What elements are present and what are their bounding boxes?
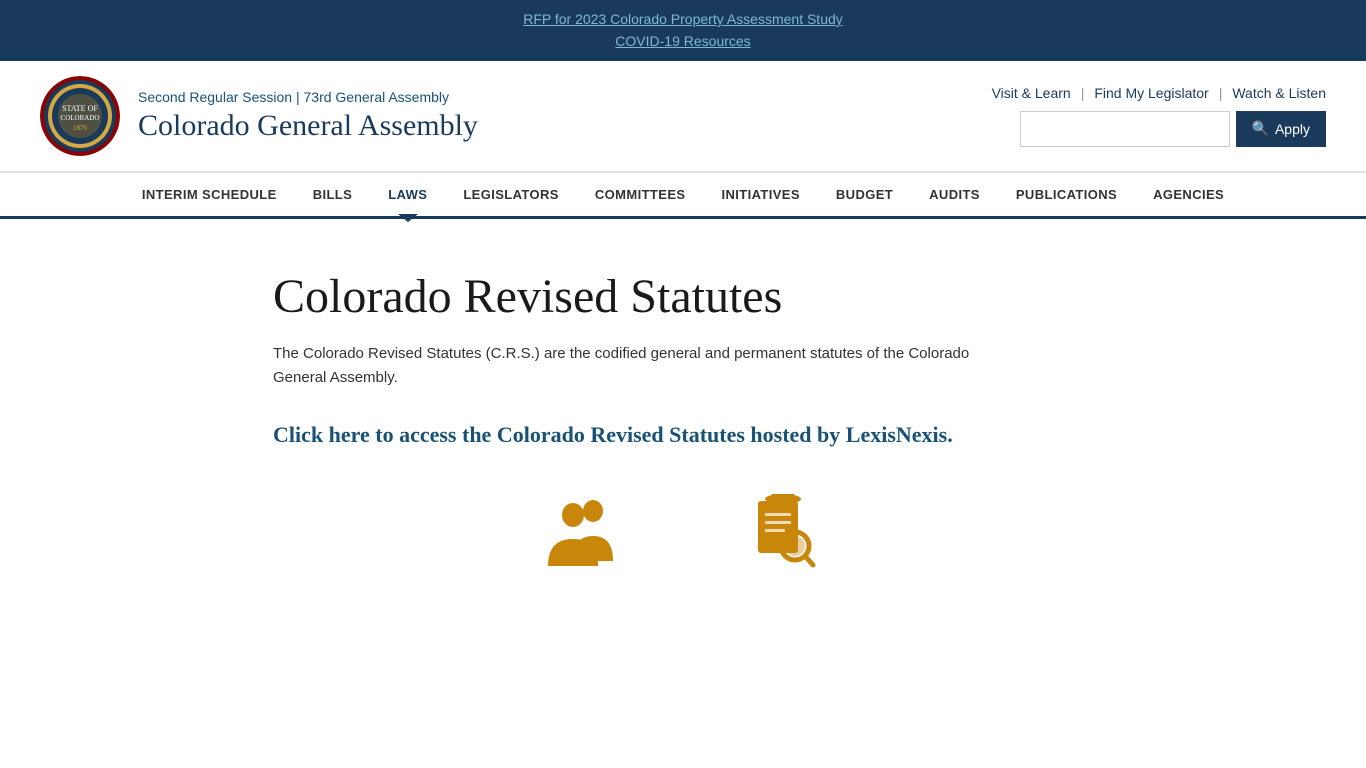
apply-label: Apply [1275,121,1310,137]
banner-link-rfp[interactable]: RFP for 2023 Colorado Property Assessmen… [0,8,1366,30]
nav-link-initiatives[interactable]: INITIATIVES [703,173,817,216]
watch-listen-link[interactable]: Watch & Listen [1232,85,1326,101]
nav-link-laws[interactable]: LAWS [370,173,445,216]
nav-item-audits: AUDITS [911,173,998,216]
nav-link-audits[interactable]: AUDITS [911,173,998,216]
nav-link-bills[interactable]: BILLS [295,173,371,216]
svg-text:STATE OF: STATE OF [62,104,98,113]
search-icon: 🔍 [1252,120,1269,137]
banner-link-covid[interactable]: COVID-19 Resources [0,30,1366,52]
svg-text:COLORADO: COLORADO [61,114,100,122]
nav-list: INTERIM SCHEDULE BILLS LAWS LEGISLATORS … [0,173,1366,216]
nav-item-laws: LAWS [370,173,445,216]
header-left: STATE OF COLORADO 1876 Second Regular Se… [40,76,478,156]
icons-section [273,491,1093,611]
find-legislator-link[interactable]: Find My Legislator [1094,85,1208,101]
header-title: Colorado General Assembly [138,109,478,143]
nav-item-agencies: AGENCIES [1135,173,1242,216]
page-title: Colorado Revised Statutes [273,269,1093,324]
sep1: | [1081,85,1085,101]
nav-link-legislators[interactable]: LEGISLATORS [445,173,577,216]
bills-svg-icon [743,491,823,571]
header-links: Visit & Learn | Find My Legislator | Wat… [992,85,1326,101]
nav-item-budget: BUDGET [818,173,911,216]
header: STATE OF COLORADO 1876 Second Regular Se… [0,61,1366,171]
logo: STATE OF COLORADO 1876 [40,76,120,156]
main-content: Colorado Revised Statutes The Colorado R… [233,269,1133,611]
visit-learn-link[interactable]: Visit & Learn [992,85,1071,101]
nav-item-interim: INTERIM SCHEDULE [124,173,295,216]
nav-item-committees: COMMITTEES [577,173,704,216]
search-bar: 🔍 Apply [1020,111,1326,147]
apply-button[interactable]: 🔍 Apply [1236,111,1326,147]
sep2: | [1219,85,1223,101]
top-banner: RFP for 2023 Colorado Property Assessmen… [0,0,1366,61]
nav-link-budget[interactable]: BUDGET [818,173,911,216]
nav-item-initiatives: INITIATIVES [703,173,817,216]
bills-icon-block [743,491,823,571]
header-right: Visit & Learn | Find My Legislator | Wat… [992,85,1326,147]
nav-link-interim[interactable]: INTERIM SCHEDULE [124,173,295,216]
legislators-icon-block [543,491,623,571]
nav-item-publications: PUBLICATIONS [998,173,1135,216]
nav-item-bills: BILLS [295,173,371,216]
nav-item-legislators: LEGISLATORS [445,173,577,216]
search-input[interactable] [1020,111,1230,147]
main-nav: INTERIM SCHEDULE BILLS LAWS LEGISLATORS … [0,171,1366,219]
legislators-svg-icon [543,491,623,571]
nav-link-committees[interactable]: COMMITTEES [577,173,704,216]
crs-link[interactable]: Click here to access the Colorado Revise… [273,418,973,451]
header-subtitle: Second Regular Session | 73rd General As… [138,89,478,105]
nav-link-agencies[interactable]: AGENCIES [1135,173,1242,216]
header-title-block: Second Regular Session | 73rd General As… [138,89,478,143]
svg-text:1876: 1876 [73,124,88,132]
nav-link-publications[interactable]: PUBLICATIONS [998,173,1135,216]
page-description: The Colorado Revised Statutes (C.R.S.) a… [273,342,973,390]
